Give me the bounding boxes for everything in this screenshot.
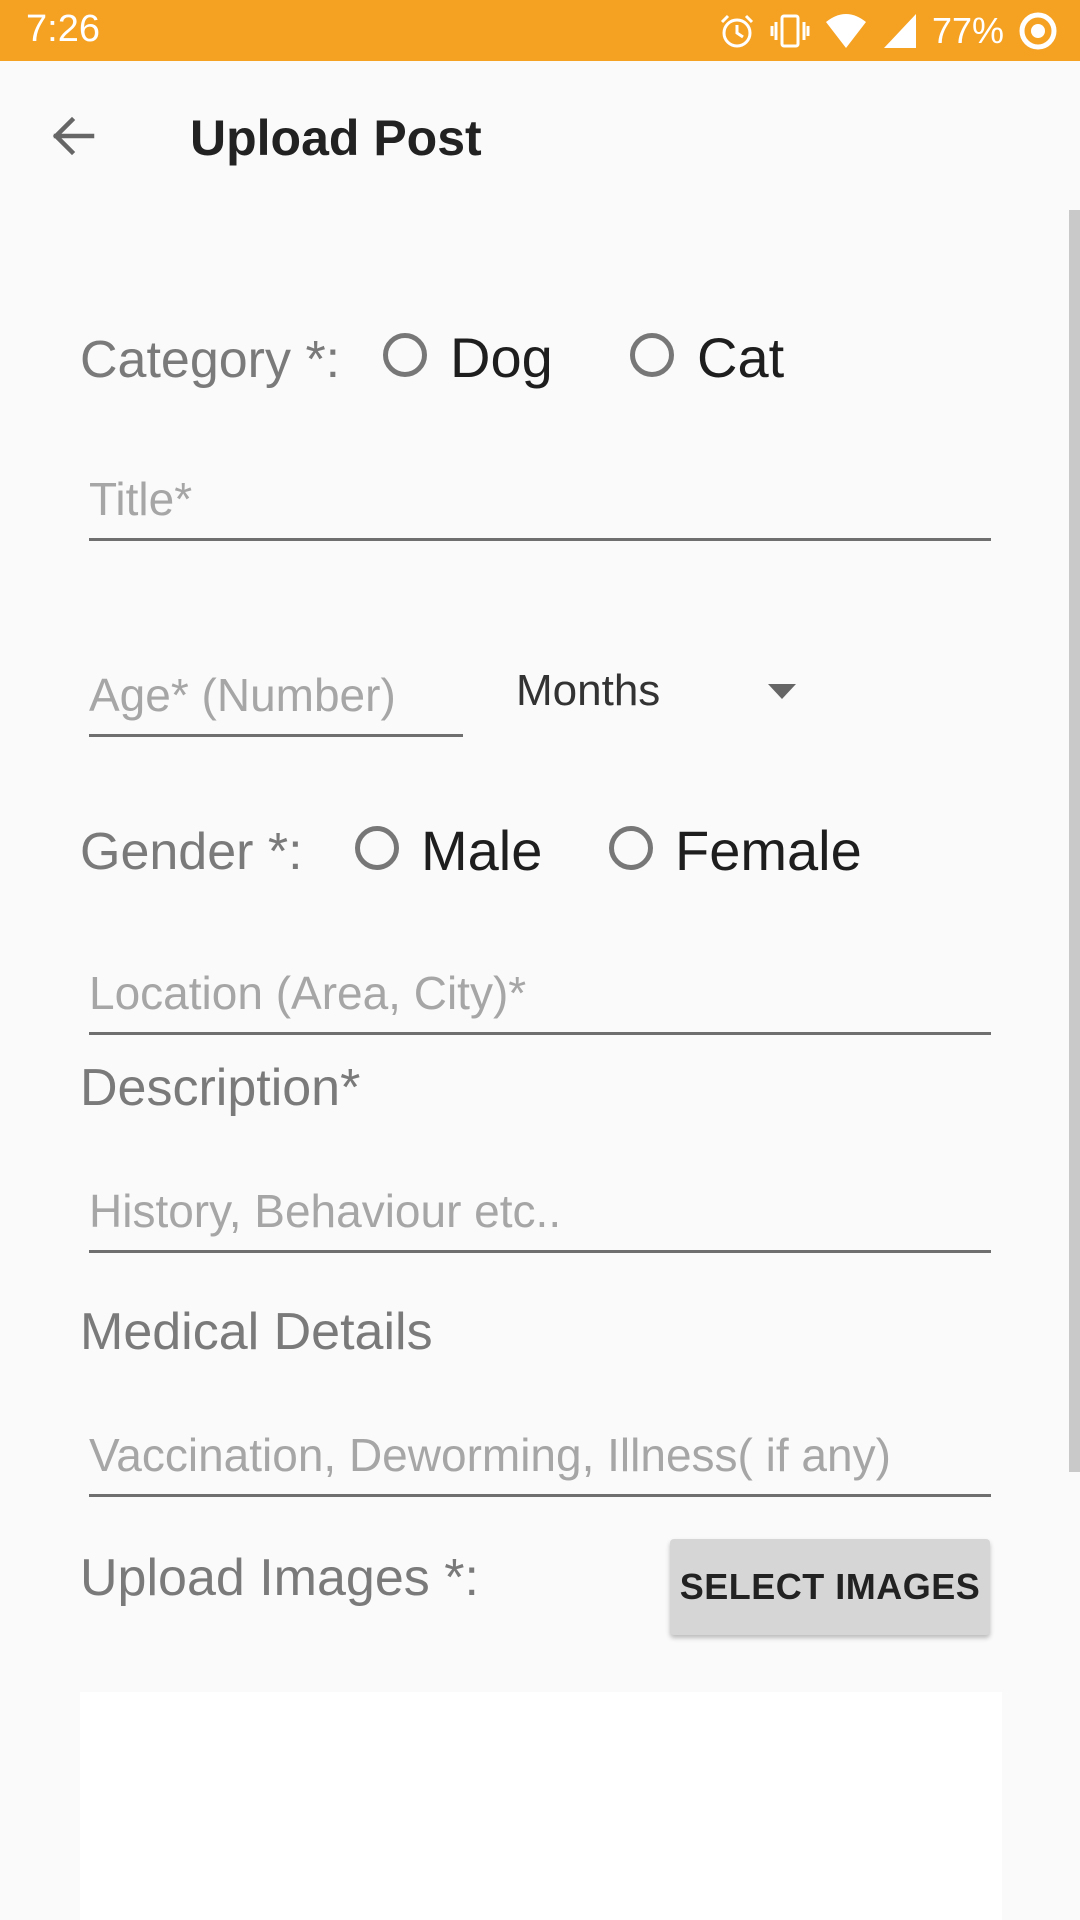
age-field[interactable]: Age* (Number) <box>89 650 463 737</box>
medical-details-label: Medical Details <box>80 1303 433 1361</box>
medical-details-field[interactable]: Vaccination, Deworming, Illness( if any) <box>89 1414 991 1497</box>
select-images-button[interactable]: SELECT IMAGES <box>670 1539 990 1635</box>
age-placeholder: Age* (Number) <box>89 669 396 721</box>
status-time: 7:26 <box>26 8 100 50</box>
radio-male[interactable] <box>355 826 399 870</box>
image-preview-area <box>80 1692 1002 1920</box>
radio-dog-label[interactable]: Dog <box>450 325 553 390</box>
radio-cat-label[interactable]: Cat <box>697 325 784 390</box>
radio-dog[interactable] <box>383 333 427 377</box>
radio-female-label[interactable]: Female <box>675 818 862 883</box>
gender-label: Gender *: <box>80 823 303 881</box>
page-title: Upload Post <box>190 110 482 166</box>
wifi-icon <box>825 14 866 48</box>
app-bar: Upload Post <box>0 61 1080 215</box>
battery-percent: 77% <box>931 10 1004 51</box>
signal-icon <box>883 14 916 48</box>
alarm-icon <box>720 14 753 48</box>
description-placeholder: History, Behaviour etc.. <box>89 1185 562 1237</box>
medical-details-placeholder: Vaccination, Deworming, Illness( if any) <box>89 1429 891 1481</box>
location-placeholder: Location (Area, City)* <box>89 967 527 1019</box>
age-unit-dropdown[interactable]: Months <box>516 662 796 722</box>
battery-icon <box>1019 12 1057 50</box>
upload-images-label: Upload Images *: <box>80 1549 479 1607</box>
location-field[interactable]: Location (Area, City)* <box>89 952 991 1035</box>
description-label: Description* <box>80 1059 361 1117</box>
scrollbar[interactable] <box>1069 210 1080 1472</box>
title-placeholder: Title* <box>89 473 193 525</box>
radio-male-label[interactable]: Male <box>421 818 542 883</box>
description-field[interactable]: History, Behaviour etc.. <box>89 1170 991 1253</box>
chevron-down-icon <box>768 684 796 699</box>
radio-cat[interactable] <box>630 333 674 377</box>
status-bar: 7:26 77% <box>0 0 1080 61</box>
age-unit-value: Months <box>516 666 661 715</box>
status-icons: 77% <box>718 8 1058 54</box>
vibrate-icon <box>770 14 810 48</box>
radio-female[interactable] <box>609 826 653 870</box>
title-field[interactable]: Title* <box>89 458 991 541</box>
category-label: Category *: <box>80 331 341 389</box>
arrow-back-icon[interactable] <box>48 111 98 161</box>
